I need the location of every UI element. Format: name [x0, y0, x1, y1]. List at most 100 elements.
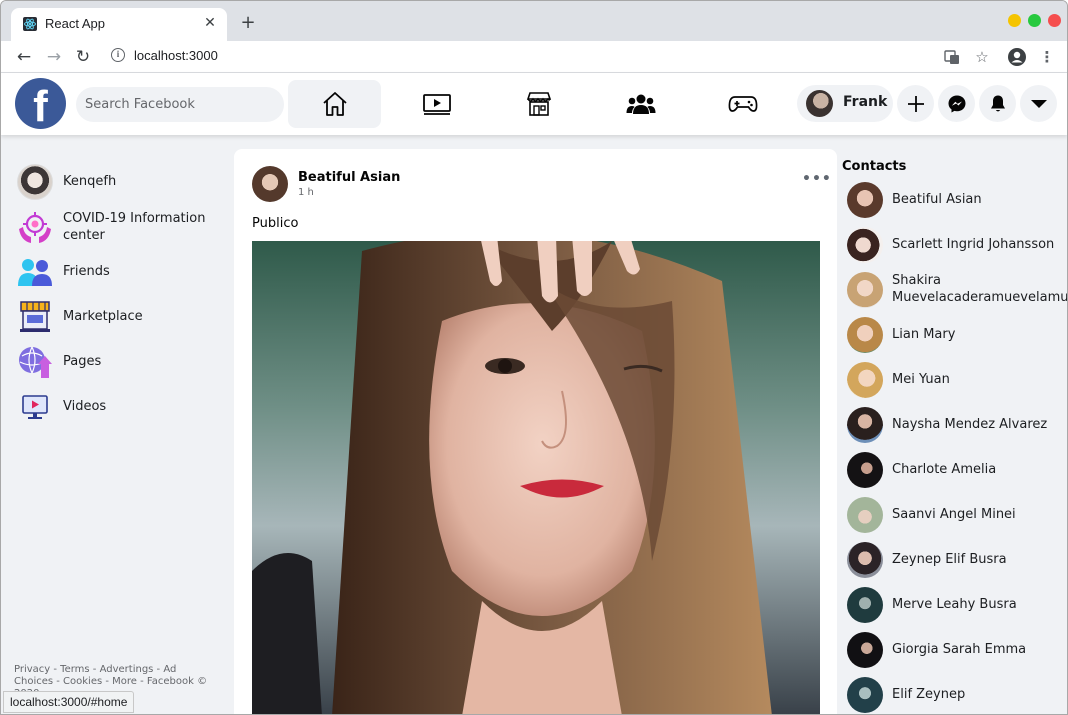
avatar [847, 452, 883, 488]
contact-name: Lian Mary [892, 327, 956, 342]
messenger-icon [948, 95, 965, 112]
sidebar-item-label: Pages [63, 354, 102, 369]
post-author-name[interactable]: Beatiful Asian [298, 170, 400, 185]
contact-item[interactable]: Giorgia Sarah Emma [847, 630, 1067, 670]
contact-name: Naysha Mendez Alvarez [892, 417, 1048, 432]
avatar [847, 227, 883, 263]
friends-icon [17, 254, 53, 290]
tab-title: React App [45, 16, 105, 31]
post-card: Beatiful Asian 1 h ••• Publico [234, 149, 837, 714]
messenger-button[interactable] [938, 85, 975, 122]
browser-toolbar: ← → ↻ i localhost:3000 ☆ ⋮ [1, 41, 1067, 73]
sidebar-item-friends[interactable]: Friends [17, 252, 227, 292]
post-text: Publico [252, 216, 299, 231]
tab-groups[interactable] [594, 80, 687, 128]
browser-window: React App ✕ + ← → ↻ i localhost:3000 ☆ ⋮… [0, 0, 1068, 715]
tab-gaming[interactable] [696, 80, 789, 128]
portrait-image [252, 241, 820, 714]
site-info-icon[interactable]: i [111, 48, 125, 62]
contact-item[interactable]: Saanvi Angel Minei [847, 495, 1067, 535]
link-status-bar: localhost:3000/#home [3, 691, 135, 713]
contact-name: Mei Yuan [892, 372, 950, 387]
tab-marketplace[interactable] [492, 80, 585, 128]
bell-icon [990, 95, 1005, 111]
store-icon [526, 92, 551, 116]
account-menu-button[interactable] [1020, 85, 1057, 122]
contact-item[interactable]: Elif Zeynep [847, 675, 1067, 714]
sidebar-item-profile[interactable]: Kenqefh [17, 162, 227, 202]
address-bar[interactable]: localhost:3000 [134, 48, 218, 63]
maximize-window-button[interactable] [1028, 14, 1041, 27]
browser-menu-icon[interactable]: ⋮ [1037, 47, 1057, 67]
contacts-heading: Contacts [842, 159, 907, 174]
contacts-sidebar: Contacts Beatiful Asian Scarlett Ingrid … [837, 135, 1067, 714]
sidebar-item-marketplace[interactable]: Marketplace [17, 297, 227, 337]
contact-name: Scarlett Ingrid Johansson [892, 237, 1055, 252]
post-options-icon[interactable]: ••• [802, 171, 832, 187]
contact-item[interactable]: Zeynep Elif Busra [847, 540, 1067, 580]
browser-tab[interactable]: React App ✕ [11, 8, 227, 41]
profile-avatar [17, 164, 53, 200]
tab-home[interactable] [288, 80, 381, 128]
forward-arrow-icon[interactable]: → [43, 46, 65, 68]
minimize-window-button[interactable] [1008, 14, 1021, 27]
search-input[interactable] [76, 87, 284, 122]
facebook-header: f Search Facebook Frank [1, 73, 1067, 135]
contact-name: Shakira Muevelacaderamuevelamu [892, 273, 1068, 305]
translate-icon[interactable] [942, 47, 962, 67]
post-author-avatar[interactable] [252, 166, 288, 202]
new-tab-icon[interactable]: + [238, 13, 258, 33]
contact-item[interactable]: Shakira Muevelacaderamuevelamu [847, 270, 1067, 310]
plus-icon [907, 95, 924, 112]
sidebar-item-pages[interactable]: Pages [17, 342, 227, 382]
marketplace-icon [17, 299, 53, 335]
contact-name: Saanvi Angel Minei [892, 507, 1016, 522]
avatar [847, 407, 883, 443]
gamepad-icon [728, 96, 757, 112]
account-icon[interactable] [1007, 47, 1027, 67]
avatar [847, 542, 883, 578]
facebook-logo[interactable]: f [15, 78, 66, 129]
avatar [847, 677, 883, 713]
post-photo[interactable] [252, 241, 820, 714]
create-button[interactable] [897, 85, 934, 122]
profile-button[interactable]: Frank [797, 85, 893, 122]
sidebar-item-label: Friends [63, 264, 110, 279]
sidebar-item-covid[interactable]: COVID-19 Information center [17, 207, 227, 247]
pages-icon [17, 344, 53, 380]
contact-item[interactable]: Lian Mary [847, 315, 1067, 355]
contact-item[interactable]: Mei Yuan [847, 360, 1067, 400]
avatar [847, 497, 883, 533]
avatar [847, 317, 883, 353]
contact-name: Zeynep Elif Busra [892, 552, 1007, 567]
contact-name: Elif Zeynep [892, 687, 966, 702]
avatar [847, 272, 883, 308]
avatar [847, 362, 883, 398]
avatar [847, 587, 883, 623]
covid-icon [17, 209, 53, 245]
react-icon [23, 17, 37, 31]
back-arrow-icon[interactable]: ← [13, 46, 35, 68]
contact-item[interactable]: Naysha Mendez Alvarez [847, 405, 1067, 445]
sidebar-item-label: Marketplace [63, 309, 143, 324]
close-window-button[interactable] [1048, 14, 1061, 27]
contact-item[interactable]: Beatiful Asian [847, 180, 1067, 220]
bookmark-star-icon[interactable]: ☆ [972, 47, 992, 67]
profile-name: Frank [843, 94, 888, 110]
videos-icon [17, 389, 53, 425]
contact-name: Charlote Amelia [892, 462, 997, 477]
left-sidebar: Kenqefh COVID-19 Information center Frie… [1, 135, 233, 714]
post-timestamp: 1 h [298, 187, 314, 198]
tab-watch[interactable] [390, 80, 483, 128]
groups-icon [626, 94, 655, 114]
close-tab-icon[interactable]: ✕ [201, 14, 219, 32]
notifications-button[interactable] [979, 85, 1016, 122]
contact-name: Giorgia Sarah Emma [892, 642, 1027, 657]
contact-name: Merve Leahy Busra [892, 597, 1017, 612]
contact-item[interactable]: Charlote Amelia [847, 450, 1067, 490]
sidebar-item-videos[interactable]: Videos [17, 387, 227, 427]
reload-icon[interactable]: ↻ [72, 46, 94, 68]
avatar [806, 90, 833, 117]
contact-item[interactable]: Merve Leahy Busra [847, 585, 1067, 625]
contact-item[interactable]: Scarlett Ingrid Johansson [847, 225, 1067, 265]
